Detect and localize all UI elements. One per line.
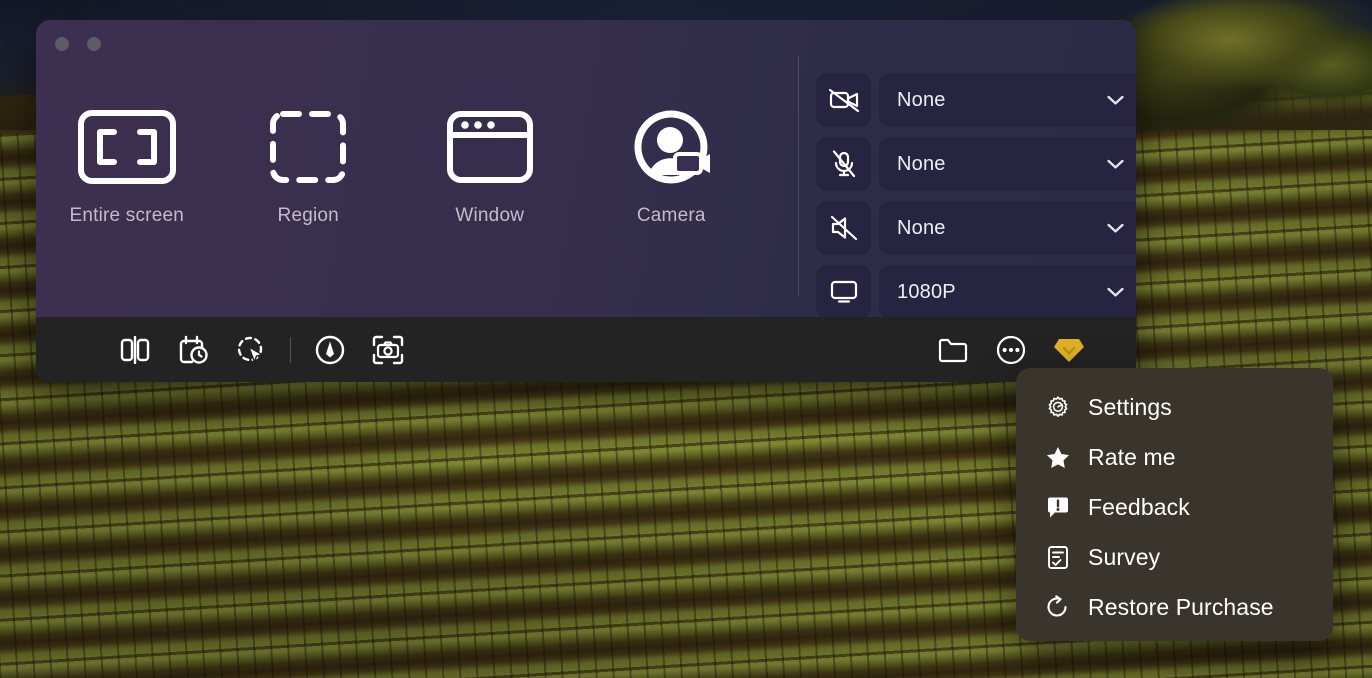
minimize-button[interactable] — [87, 37, 101, 51]
capture-mode-window[interactable]: Window — [399, 108, 581, 227]
more-options-menu: Settings Rate me Feedback Survey Restore… — [1016, 368, 1333, 641]
microphone-device-select[interactable]: None — [879, 137, 1136, 191]
system-audio-value: None — [897, 216, 946, 239]
camera-brackets-icon[interactable] — [359, 324, 417, 376]
system-audio-row: None — [816, 201, 1136, 255]
menu-item-label: Feedback — [1088, 493, 1190, 520]
dashed-rectangle-icon — [269, 108, 347, 186]
toolbar-left-group — [106, 324, 417, 376]
clipboard-check-icon — [1046, 545, 1070, 569]
speaker-off-icon[interactable] — [816, 201, 871, 255]
camera-device-select[interactable]: None — [879, 73, 1136, 127]
display-icon[interactable] — [816, 265, 871, 319]
capture-mode-selector: Entire screen Region Window Camera — [36, 108, 762, 227]
camera-device-row: None — [816, 73, 1136, 127]
menu-item-feedback[interactable]: Feedback — [1016, 482, 1333, 532]
capture-mode-label: Window — [455, 205, 525, 226]
capture-mode-label: Entire screen — [69, 205, 185, 226]
system-audio-select[interactable]: None — [879, 201, 1136, 255]
calendar-clock-icon[interactable] — [164, 324, 222, 376]
screen-recorder-window: Entire screen Region Window Camera None … — [36, 20, 1136, 382]
close-button[interactable] — [55, 37, 69, 51]
mic-off-icon[interactable] — [816, 137, 871, 191]
capture-mode-camera[interactable]: Camera — [581, 108, 763, 227]
split-view-icon[interactable] — [106, 324, 164, 376]
toolbar-separator — [290, 336, 291, 363]
capture-mode-region[interactable]: Region — [218, 108, 400, 227]
capture-mode-entire-screen[interactable]: Entire screen — [36, 108, 218, 227]
window-traffic-lights — [55, 37, 101, 51]
person-camera-icon — [630, 108, 712, 186]
menu-item-label: Restore Purchase — [1088, 593, 1274, 620]
recorder-toolbar — [36, 317, 1136, 382]
folder-icon[interactable] — [924, 324, 982, 376]
resolution-select[interactable]: 1080P — [879, 265, 1136, 319]
resolution-value: 1080P — [897, 280, 956, 303]
menu-item-label: Survey — [1088, 543, 1161, 570]
microphone-device-row: None — [816, 137, 1136, 191]
menu-item-survey[interactable]: Survey — [1016, 532, 1333, 582]
capture-mode-label: Region — [277, 205, 339, 226]
star-icon — [1046, 445, 1070, 469]
refresh-icon — [1046, 595, 1070, 619]
device-settings-group: None None None 1080P — [816, 73, 1136, 319]
menu-item-settings[interactable]: Settings — [1016, 382, 1333, 432]
panel-divider — [798, 56, 799, 296]
menu-item-rate-me[interactable]: Rate me — [1016, 432, 1333, 482]
chevron-down-icon — [1107, 287, 1124, 298]
menu-item-label: Rate me — [1088, 443, 1176, 470]
pen-circle-icon[interactable] — [301, 324, 359, 376]
capture-mode-label: Camera — [636, 205, 706, 226]
app-window-icon — [446, 108, 533, 186]
cursor-highlight-icon[interactable] — [222, 324, 280, 376]
chevron-down-icon — [1107, 159, 1124, 170]
camera-device-value: None — [897, 88, 946, 111]
chevron-down-icon — [1107, 223, 1124, 234]
fullscreen-brackets-icon — [77, 108, 176, 186]
menu-item-label: Settings — [1088, 393, 1172, 420]
feedback-bubble-icon — [1046, 495, 1070, 519]
recorder-main-panel: Entire screen Region Window Camera None … — [36, 20, 1136, 319]
chevron-down-icon — [1107, 95, 1124, 106]
camera-off-icon[interactable] — [816, 73, 871, 127]
microphone-device-value: None — [897, 152, 946, 175]
resolution-row: 1080P — [816, 265, 1136, 319]
menu-item-restore-purchase[interactable]: Restore Purchase — [1016, 582, 1333, 632]
gear-icon — [1046, 395, 1070, 419]
